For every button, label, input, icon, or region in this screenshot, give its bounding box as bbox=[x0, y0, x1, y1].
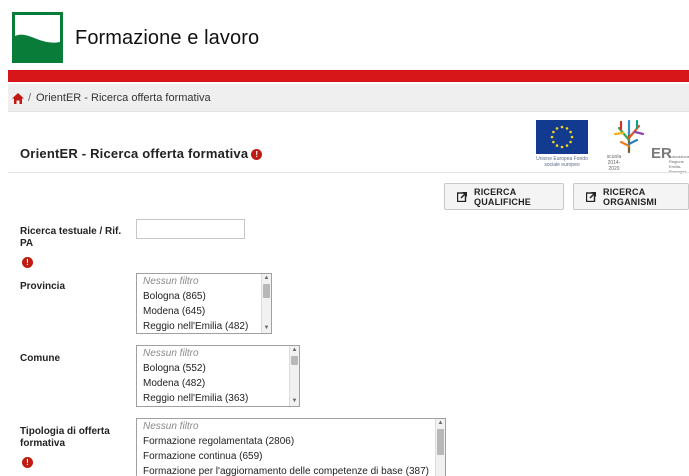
list-item[interactable]: Formazione regolamentata (2806) bbox=[137, 434, 445, 449]
ricerca-testuale-label: Ricerca testuale / Rif. PA bbox=[20, 226, 122, 249]
scroll-up-icon[interactable]: ▲ bbox=[290, 346, 299, 355]
scroll-up-icon[interactable]: ▲ bbox=[436, 419, 445, 428]
ricerca-testuale-input[interactable] bbox=[136, 219, 245, 239]
header-accent-bar bbox=[8, 70, 689, 82]
list-item[interactable]: Nessun filtro bbox=[137, 346, 299, 361]
info-icon[interactable]: ! bbox=[251, 149, 263, 160]
ricerca-qualifiche-button[interactable]: RICERCA QUALIFICHE bbox=[444, 183, 564, 210]
scroll-down-icon[interactable]: ▼ bbox=[290, 397, 299, 406]
er-right-caption: Educazione Regione Emilia-Romagna bbox=[669, 154, 689, 174]
list-item[interactable]: Bologna (865) bbox=[137, 289, 271, 304]
site-title[interactable]: Formazione e lavoro bbox=[75, 27, 259, 50]
comune-listbox[interactable]: Nessun filtro Bologna (552) Modena (482)… bbox=[136, 345, 300, 407]
title-divider bbox=[8, 172, 689, 173]
eu-flag-icon bbox=[536, 120, 588, 154]
list-item[interactable]: Modena (645) bbox=[137, 304, 271, 319]
page-title: OrientER - Ricerca offerta formativa! bbox=[20, 146, 263, 161]
eu-caption: Unione Europea Fondo sociale europeo bbox=[536, 156, 588, 168]
list-item[interactable]: Reggio nell'Emilia (482) bbox=[137, 319, 271, 333]
tipologia-listbox[interactable]: Nessun filtro Formazione regolamentata (… bbox=[136, 418, 446, 476]
list-item[interactable]: Modena (482) bbox=[137, 376, 299, 391]
ricerca-organismi-label: RICERCA ORGANISMI bbox=[603, 186, 657, 207]
list-item[interactable]: Nessun filtro bbox=[137, 419, 445, 434]
page-title-text: OrientER - Ricerca offerta formativa bbox=[20, 146, 249, 161]
site-header: Formazione e lavoro bbox=[0, 0, 689, 70]
list-item[interactable]: Nessun filtro bbox=[137, 274, 271, 289]
scrollbar-thumb[interactable] bbox=[291, 356, 298, 365]
info-icon[interactable]: ! bbox=[22, 457, 33, 468]
breadcrumb-separator: / bbox=[28, 92, 32, 104]
scroll-up-icon[interactable]: ▲ bbox=[262, 274, 271, 283]
comune-label: Comune bbox=[20, 353, 60, 364]
breadcrumb-current: OrientER - Ricerca offerta formativa bbox=[36, 92, 211, 104]
scrollbar-thumb[interactable] bbox=[437, 429, 444, 455]
provincia-listbox[interactable]: Nessun filtro Bologna (865) Modena (645)… bbox=[136, 273, 272, 334]
ricerca-qualifiche-label: RICERCA QUALIFICHE bbox=[474, 186, 531, 207]
list-item[interactable]: Bologna (552) bbox=[137, 361, 299, 376]
ricerca-organismi-button[interactable]: RICERCA ORGANISMI bbox=[573, 183, 689, 210]
info-icon[interactable]: ! bbox=[22, 257, 33, 268]
list-item[interactable]: Reggio nell'Emilia (363) bbox=[137, 391, 299, 406]
tipologia-scrollbar[interactable]: ▲ bbox=[435, 419, 445, 476]
tipologia-label: Tipologia di offerta formativa bbox=[20, 426, 110, 449]
breadcrumb: / OrientER - Ricerca offerta formativa bbox=[8, 84, 689, 112]
external-link-icon bbox=[586, 192, 596, 202]
regione-logo-icon[interactable] bbox=[12, 12, 63, 63]
scrollbar-thumb[interactable] bbox=[263, 284, 270, 298]
provincia-scrollbar[interactable]: ▲ ▼ bbox=[261, 274, 271, 333]
list-item[interactable]: Formazione continua (659) bbox=[137, 449, 445, 464]
home-icon[interactable] bbox=[12, 93, 24, 104]
provincia-label: Provincia bbox=[20, 281, 66, 292]
scroll-down-icon[interactable]: ▼ bbox=[262, 324, 271, 333]
external-link-icon bbox=[457, 192, 467, 202]
comune-scrollbar[interactable]: ▲ ▼ bbox=[289, 346, 299, 406]
er-left-caption: scuola 2014-2020 bbox=[606, 154, 622, 172]
list-item[interactable]: Formazione per l'aggiornamento delle com… bbox=[137, 464, 445, 476]
